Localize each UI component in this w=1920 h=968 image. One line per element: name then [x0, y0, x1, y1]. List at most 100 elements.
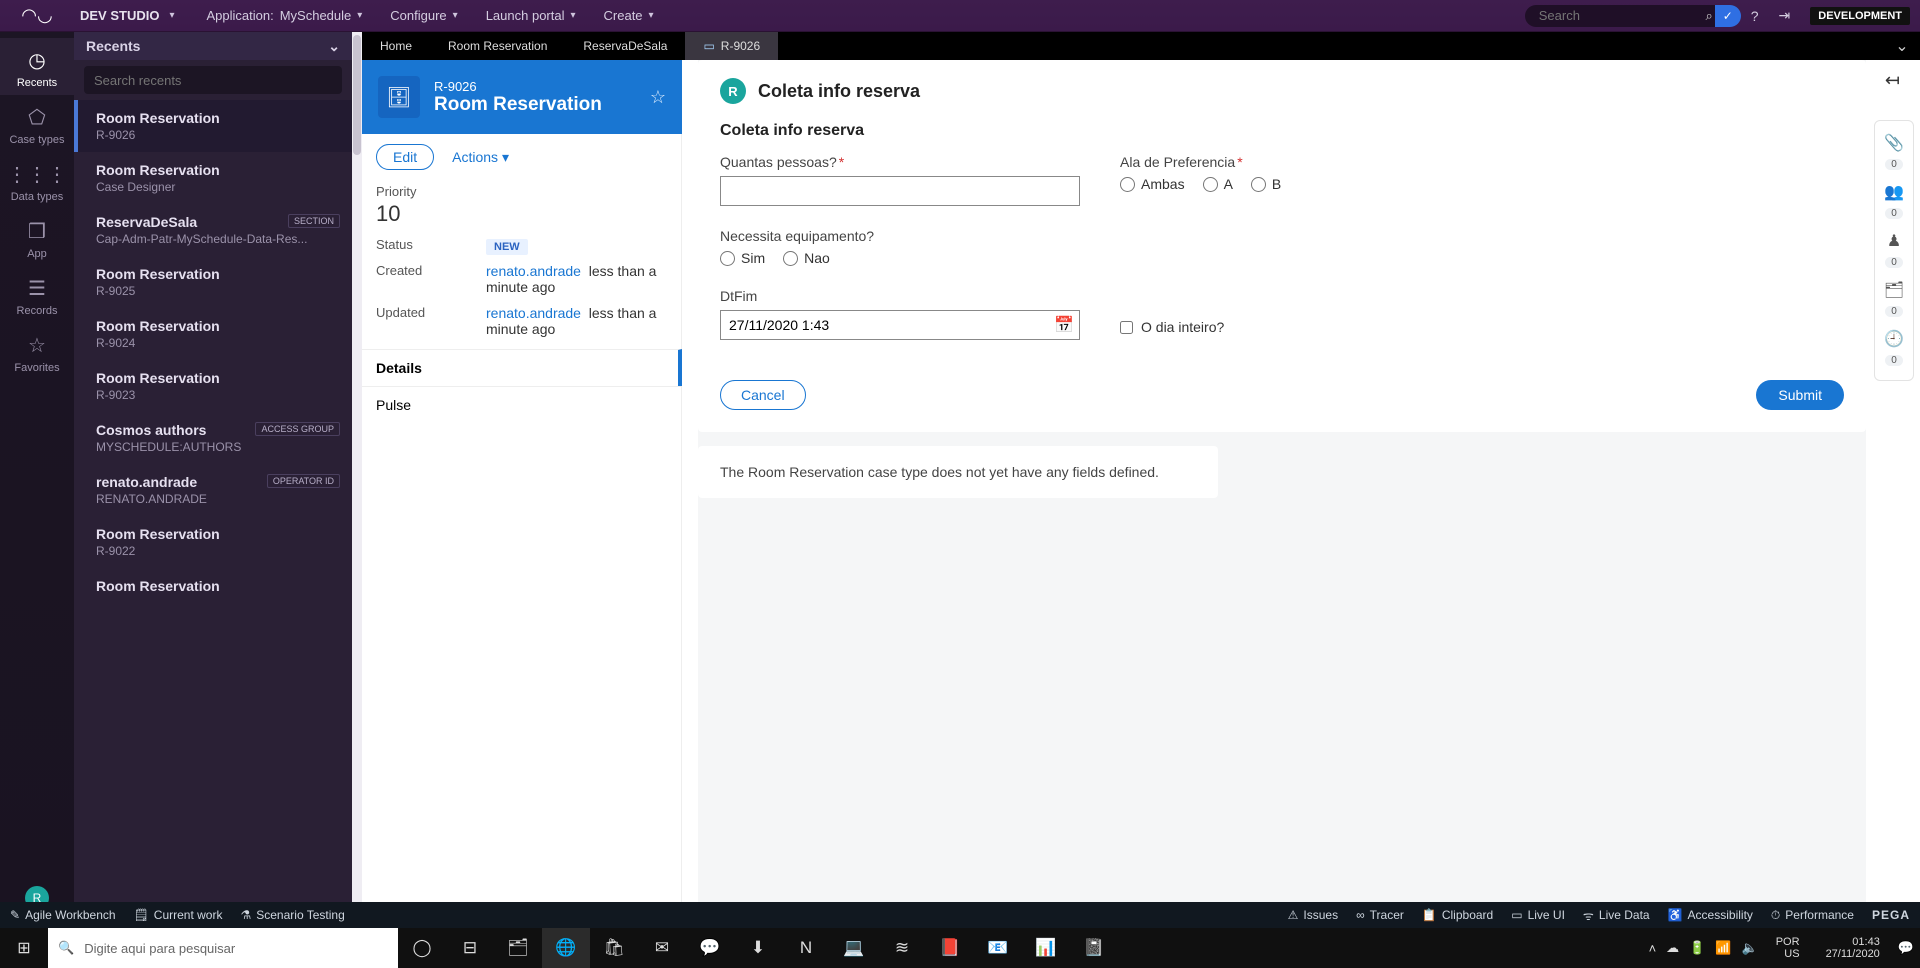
tab-reservadesala[interactable]: ReservaDeSala — [565, 32, 685, 60]
recents-row[interactable]: Room ReservationR-9025 — [74, 256, 352, 308]
menu-create[interactable]: Create▾ — [590, 8, 668, 23]
ala-opt-ambas[interactable]: Ambas — [1120, 176, 1185, 192]
current-work[interactable]: 🗒 Current work — [134, 908, 223, 922]
tray-chevron-icon[interactable]: ˄ — [1649, 941, 1657, 956]
mail-icon[interactable]: ✉ — [638, 928, 686, 968]
dev-performance[interactable]: ⏱ Performance — [1771, 908, 1854, 923]
menu-launch-portal[interactable]: Launch portal▾ — [472, 8, 590, 23]
language-indicator[interactable]: PORUS — [1768, 936, 1808, 960]
dev-issues[interactable]: ⚠ Issues — [1288, 908, 1338, 922]
dev-live-ui[interactable]: ▭ Live UI — [1511, 908, 1565, 922]
dtfim-input[interactable] — [720, 310, 1080, 340]
recents-row[interactable]: Cosmos authorsMYSCHEDULE:AUTHORSACCESS G… — [74, 412, 352, 464]
dev-accessibility[interactable]: ♿ Accessibility — [1668, 908, 1753, 922]
updated-user-link[interactable]: renato.andrade — [486, 305, 581, 321]
menu-configure[interactable]: Configure▾ — [376, 8, 471, 23]
rail-case-types[interactable]: ⬠Case types — [0, 95, 74, 152]
terminal-icon[interactable]: 💻 — [830, 928, 878, 968]
acrobat-icon[interactable]: 📕 — [926, 928, 974, 968]
app-switcher[interactable]: Application: MySchedule ▾ — [193, 8, 377, 23]
global-search-input[interactable] — [1525, 5, 1715, 27]
tab-active-case[interactable]: ▭ R-9026 — [685, 32, 778, 60]
chrome-icon[interactable]: 🌐 — [542, 928, 590, 968]
outlook-icon[interactable]: 📧 — [974, 928, 1022, 968]
volume-icon[interactable]: 🔈 — [1742, 940, 1758, 956]
tabs-overflow[interactable]: ⌄ — [1884, 32, 1920, 60]
recents-row[interactable]: Room ReservationCase Designer — [74, 152, 352, 204]
favorite-toggle[interactable]: ☆ — [650, 87, 666, 108]
attachments-icon[interactable]: 📎 — [1884, 129, 1904, 157]
task-view-icon[interactable]: ◯ — [398, 928, 446, 968]
taskbar-app-1[interactable]: ⊟ — [446, 928, 494, 968]
rail-app[interactable]: ❒App — [0, 209, 74, 266]
actions-menu[interactable]: Actions ▾ — [452, 149, 509, 166]
whatsapp-icon[interactable]: 💬 — [686, 928, 734, 968]
scenario-testing[interactable]: ⚗ Scenario Testing — [240, 908, 344, 922]
history-icon[interactable]: 🕘 — [1884, 325, 1904, 353]
cancel-button[interactable]: Cancel — [720, 380, 806, 410]
store-icon[interactable]: 🛍 — [590, 928, 638, 968]
rail-records[interactable]: ☰Records — [0, 266, 74, 323]
notifications-icon[interactable]: 💬 — [1898, 940, 1914, 956]
recents-search-input[interactable] — [84, 66, 342, 94]
app-name: MySchedule — [280, 8, 352, 23]
quantas-pessoas-input[interactable] — [720, 176, 1080, 206]
search-icon[interactable]: ⌕ — [1705, 8, 1712, 24]
nav-details[interactable]: Details — [362, 349, 682, 386]
recents-row[interactable]: Room ReservationR-9023 — [74, 360, 352, 412]
collapse-icon[interactable]: ⌄ — [328, 38, 340, 55]
onedrive-icon[interactable]: ☁ — [1666, 940, 1679, 956]
app-label: Application: — [207, 8, 274, 23]
recents-row[interactable]: ReservaDeSalaCap-Adm-Patr-MySchedule-Dat… — [74, 204, 352, 256]
wifi-icon[interactable]: 📶 — [1715, 940, 1731, 956]
calendar-icon[interactable]: 📅 — [1054, 315, 1074, 335]
tab-room-reservation[interactable]: Room Reservation — [430, 32, 565, 60]
start-button[interactable]: ⊞ — [0, 938, 48, 958]
ala-opt-b[interactable]: B — [1251, 176, 1281, 192]
file-explorer-icon[interactable]: 🗂 — [494, 928, 542, 968]
related-icon[interactable]: 🗂 — [1884, 276, 1904, 304]
recents-row[interactable]: Room ReservationR-9022 — [74, 516, 352, 568]
back-arrow-icon[interactable]: ↤ — [1885, 70, 1900, 91]
recents-row[interactable]: Room ReservationR-9024 — [74, 308, 352, 360]
onenote-icon[interactable]: 📓 — [1070, 928, 1118, 968]
dev-tracer[interactable]: ∞ Tracer — [1356, 908, 1404, 922]
tab-home[interactable]: Home — [362, 32, 430, 60]
chevron-down-icon[interactable]: ▾ — [169, 10, 174, 21]
utorrent-icon[interactable]: ⬇ — [734, 928, 782, 968]
followers-icon[interactable]: 👥 — [1884, 178, 1904, 206]
equip-opt-nao[interactable]: Nao — [783, 250, 830, 266]
recents-scrollbar[interactable] — [352, 32, 362, 928]
recents-row[interactable]: Room Reservation — [74, 568, 352, 604]
windows-search[interactable]: 🔍 Digite aqui para pesquisar — [48, 928, 398, 968]
recents-header: Recents ⌄ — [74, 32, 352, 60]
dev-clipboard[interactable]: 📋 Clipboard — [1422, 908, 1493, 922]
recents-row[interactable]: renato.andradeRENATO.ANDRADEOPERATOR ID — [74, 464, 352, 516]
clock[interactable]: 01:4327/11/2020 — [1818, 936, 1888, 960]
ala-opt-a[interactable]: A — [1203, 176, 1233, 192]
resources-icon[interactable]: ⇥ — [1769, 7, 1801, 24]
created-user-link[interactable]: renato.andrade — [486, 263, 581, 279]
field-quantas-pessoas: Quantas pessoas?* — [720, 154, 1080, 206]
recents-row[interactable]: Room ReservationR-9026 — [74, 100, 352, 152]
rail-recents[interactable]: ◷Recents — [0, 38, 74, 95]
agile-workbench[interactable]: ✎ Agile Workbench — [10, 908, 116, 922]
nav-pulse[interactable]: Pulse — [362, 386, 681, 423]
vscode-icon[interactable]: ≋ — [878, 928, 926, 968]
utility-rail: 📎0 👥0 ♟0 🗂0 🕘0 — [1874, 120, 1914, 381]
search-submit[interactable]: ✓ — [1715, 5, 1741, 27]
field-ala: Ala de Preferencia* Ambas A B — [1120, 154, 1520, 206]
help-icon[interactable]: ? — [1741, 8, 1769, 24]
tag-icon: ⬠ — [0, 105, 74, 130]
rail-favorites[interactable]: ☆Favorites — [0, 323, 74, 380]
rail-data-types[interactable]: ⋮⋮⋮Data types — [0, 152, 74, 209]
submit-button[interactable]: Submit — [1756, 380, 1844, 410]
equip-opt-sim[interactable]: Sim — [720, 250, 765, 266]
battery-icon[interactable]: 🔋 — [1689, 940, 1705, 956]
edit-button[interactable]: Edit — [376, 144, 434, 170]
excel-icon[interactable]: 📊 — [1022, 928, 1070, 968]
tags-icon[interactable]: ♟ — [1887, 227, 1901, 255]
netflix-icon[interactable]: N — [782, 928, 830, 968]
dia-inteiro-checkbox[interactable] — [1120, 321, 1133, 334]
dev-live-data[interactable]: ᯤ Live Data — [1583, 907, 1650, 924]
